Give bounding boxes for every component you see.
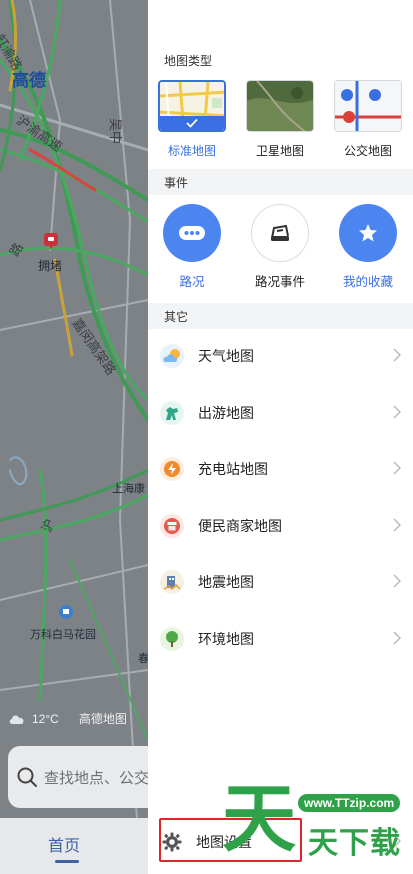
poi-label: 上海康 (112, 483, 145, 495)
shop-icon (160, 513, 184, 538)
standard-map-thumbnail (158, 80, 226, 132)
star-icon (339, 204, 397, 262)
map-type-label: 标准地图 (167, 144, 216, 158)
event-favorites[interactable]: 我的收藏 (324, 204, 412, 290)
map-type-list: 标准地图 卫星地图 公交地图 (148, 80, 413, 159)
map-view[interactable]: 高德 虹渝路 沪渝高速 嘉闵高架路 吴中 沪 路 拥堵 上海康 万科白马花园 春… (0, 0, 148, 874)
search-placeholder: 查找地点、公交 (44, 769, 148, 787)
weather-widget[interactable]: 12°C 高德地图 (8, 710, 127, 727)
list-item-label: 充电站地图 (198, 461, 268, 478)
event-traffic[interactable]: 路况 (148, 204, 236, 290)
chevron-right-icon (393, 348, 401, 362)
event-list: 路况 路况事件 我的收藏 (148, 204, 413, 290)
map-road-label: 吴中 (108, 118, 123, 145)
section-heading-events: 事件 (148, 169, 413, 195)
list-item-label: 地震地图 (198, 574, 254, 591)
section-heading-others: 其它 (148, 303, 413, 329)
tab-home[interactable]: 首页 (48, 832, 80, 856)
weather-temp: 12°C (32, 711, 59, 726)
list-item-weather-map[interactable]: 天气地图 (148, 328, 413, 385)
event-label: 我的收藏 (342, 275, 393, 289)
travel-horse-icon (160, 400, 184, 425)
poi-label: 万科白马花园 (30, 629, 96, 641)
selected-check-icon (160, 116, 224, 130)
poi-label: 春 (138, 653, 148, 665)
traffic-dots-icon (163, 204, 221, 262)
chevron-right-icon (393, 517, 401, 532)
map-type-standard[interactable]: 标准地图 (148, 80, 236, 159)
search-icon (17, 767, 37, 787)
transit-map-thumbnail (334, 80, 402, 132)
bottom-nav: 首页 (0, 818, 148, 874)
event-label: 路况事件 (254, 275, 305, 289)
weather-brand: 高德地图 (78, 712, 127, 726)
list-item-travel-map[interactable]: 出游地图 (148, 385, 413, 442)
map-layers-panel: 地图类型 标准地图 卫星地图 公交地图 事件 路况 路况事件 我的收藏 其它 天… (148, 0, 413, 874)
chevron-right-icon (393, 574, 401, 588)
annotation-highlight-box (159, 818, 302, 862)
chevron-right-icon (393, 404, 401, 419)
other-map-list: 天气地图 出游地图 充电站地图 便民商家地图 地震地图 环境地图 (148, 328, 413, 667)
earthquake-icon (160, 570, 184, 595)
congestion-pin-icon[interactable] (43, 232, 59, 250)
car-accident-icon (251, 204, 309, 262)
list-item-charging-map[interactable]: 充电站地图 (148, 441, 413, 498)
section-heading-map-type: 地图类型 (164, 53, 213, 68)
map-type-label: 公交地图 (343, 144, 392, 158)
chevron-right-icon (393, 834, 401, 848)
poi-pin-icon[interactable] (58, 604, 74, 622)
event-label: 路况 (179, 275, 205, 289)
chevron-right-icon (393, 630, 401, 645)
map-type-label: 卫星地图 (255, 144, 304, 158)
list-item-shop-map[interactable]: 便民商家地图 (148, 498, 413, 555)
satellite-map-thumbnail (246, 80, 314, 132)
tab-home-indicator (55, 860, 79, 863)
cloud-icon (9, 714, 24, 724)
congestion-label: 拥堵 (38, 259, 63, 273)
list-item-earthquake-map[interactable]: 地震地图 (148, 554, 413, 611)
chevron-right-icon (393, 461, 401, 475)
list-item-label: 便民商家地图 (198, 517, 282, 534)
list-item-label: 天气地图 (198, 348, 254, 365)
list-item-environment-map[interactable]: 环境地图 (148, 611, 413, 668)
map-type-transit[interactable]: 公交地图 (324, 80, 412, 159)
search-input[interactable]: 查找地点、公交 (8, 746, 148, 808)
list-item-label: 环境地图 (198, 630, 254, 647)
map-type-satellite[interactable]: 卫星地图 (236, 80, 324, 159)
weather-cloud-icon (160, 344, 184, 369)
charging-bolt-icon (160, 457, 184, 482)
tree-icon (160, 626, 184, 651)
event-traffic-incidents[interactable]: 路况事件 (236, 204, 324, 290)
list-item-label: 出游地图 (198, 404, 254, 421)
